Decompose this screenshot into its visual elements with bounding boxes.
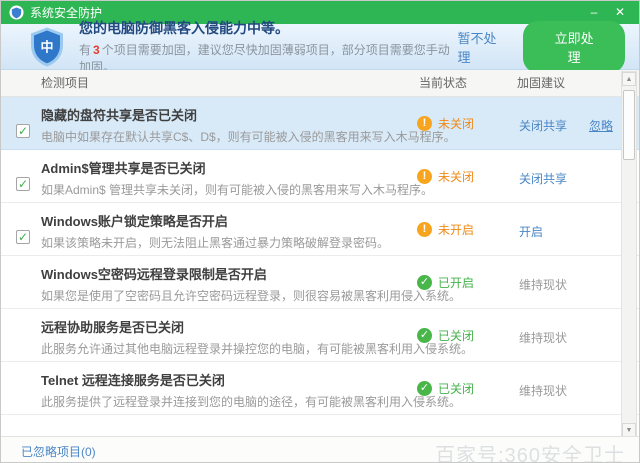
- status-icon: !: [417, 116, 432, 131]
- items-count: 3: [93, 43, 100, 57]
- suggestion-action[interactable]: 开启: [519, 223, 543, 240]
- row-status: ! 未关闭: [417, 115, 474, 132]
- table-row[interactable]: ✓ Telnet 远程连接服务是否已关闭 此服务提供了远程登录并连接到您的电脑的…: [1, 362, 639, 415]
- banner-actions: 暂不处理 立即处理: [457, 21, 625, 73]
- row-checkbox[interactable]: ✓: [16, 124, 30, 138]
- ignore-link[interactable]: 忽略: [589, 117, 613, 134]
- row-title: Admin$管理共享是否已关闭: [41, 158, 479, 177]
- suggestion-action: 维持现状: [519, 329, 567, 346]
- suggestion-action: 维持现状: [519, 276, 567, 293]
- watermark-text: 百家号:360安全卫士: [435, 439, 625, 463]
- shield-icon: [9, 5, 24, 20]
- row-checkbox[interactable]: ✓: [16, 177, 30, 191]
- checkmark-icon: ✓: [17, 125, 29, 137]
- table-row[interactable]: ✓ Admin$管理共享是否已关闭 如果Admin$ 管理共享未关闭，则有可能被…: [1, 150, 639, 203]
- banner-text: 您的电脑防御黑客入侵能力中等。 有3个项目需要加固，建议您尽快加固薄弱项目，部分…: [79, 18, 457, 75]
- badge-grade-text: 中: [40, 39, 53, 54]
- row-description: 如果Admin$ 管理共享未关闭，则有可能被入侵的黑客用来写入木马程序。: [41, 181, 479, 198]
- shield-rating-badge-icon: 中: [27, 26, 67, 68]
- column-header-item: 检测项目: [41, 76, 89, 90]
- banner-headline: 您的电脑防御黑客入侵能力中等。: [79, 18, 457, 38]
- scroll-down-button[interactable]: ▼: [622, 423, 636, 437]
- column-header-status: 当前状态: [419, 70, 467, 96]
- status-icon: ✓: [417, 328, 432, 343]
- row-status: ! 未关闭: [417, 168, 474, 185]
- fix-now-button[interactable]: 立即处理: [523, 21, 625, 73]
- table-row[interactable]: ✓ 远程协助服务是否已关闭 此服务允许通过其他电脑远程登录并操控您的电脑，有可能…: [1, 309, 639, 362]
- table-header: 检测项目 当前状态 加固建议: [1, 70, 639, 97]
- row-text: Windows账户锁定策略是否开启 如果该策略未开启，则无法阻止黑客通过暴力策略…: [1, 203, 639, 251]
- subline-prefix: 有: [79, 43, 91, 57]
- status-icon: !: [417, 222, 432, 237]
- security-rating-banner: 中 您的电脑防御黑客入侵能力中等。 有3个项目需要加固，建议您尽快加固薄弱项目，…: [1, 24, 639, 70]
- checkmark-icon: ✓: [17, 178, 29, 190]
- ignore-for-now-button[interactable]: 暂不处理: [457, 28, 503, 66]
- row-description: 电脑中如果存在默认共享C$、D$，则有可能被入侵的黑客用来写入木马程序。: [41, 128, 479, 145]
- status-text: 未开启: [438, 221, 474, 238]
- row-description: 此服务提供了远程登录并连接到您的电脑的途径，有可能被黑客利用入侵系统。: [41, 393, 479, 410]
- row-status: ✓ 已关闭: [417, 327, 474, 344]
- row-title: 隐藏的盘符共享是否已关闭: [41, 105, 479, 124]
- scrollbar-thumb[interactable]: [623, 90, 635, 160]
- row-description: 此服务允许通过其他电脑远程登录并操控您的电脑，有可能被黑客利用入侵系统。: [41, 340, 479, 357]
- table-row[interactable]: ✓ Windows空密码远程登录限制是否开启 如果您是使用了空密码且允许空密码远…: [1, 256, 639, 309]
- status-text: 未关闭: [438, 168, 474, 185]
- status-icon: ✓: [417, 381, 432, 396]
- checkmark-icon: ✓: [17, 231, 29, 243]
- row-checkbox[interactable]: ✓: [16, 230, 30, 244]
- table-row[interactable]: ✓ 隐藏的盘符共享是否已关闭 电脑中如果存在默认共享C$、D$，则有可能被入侵的…: [1, 97, 639, 150]
- status-icon: !: [417, 169, 432, 184]
- column-header-suggestion: 加固建议: [517, 70, 565, 96]
- row-status: ! 未开启: [417, 221, 474, 238]
- scrollbar[interactable]: ▲ ▼: [621, 71, 637, 438]
- ignored-items-link[interactable]: 已忽略项目(0): [21, 443, 96, 460]
- detection-items-list: ✓ 隐藏的盘符共享是否已关闭 电脑中如果存在默认共享C$、D$，则有可能被入侵的…: [1, 97, 639, 437]
- row-title: Windows账户锁定策略是否开启: [41, 211, 479, 230]
- scroll-up-button[interactable]: ▲: [622, 72, 636, 86]
- table-row[interactable]: ✓ Windows账户锁定策略是否开启 如果该策略未开启，则无法阻止黑客通过暴力…: [1, 203, 639, 256]
- status-icon: ✓: [417, 275, 432, 290]
- suggestion-action[interactable]: 关闭共享: [519, 117, 567, 134]
- security-protection-window: 系统安全防护 – ✕ 中 您的电脑防御黑客入侵能力中等。 有3个项目需要加固，建…: [0, 0, 640, 463]
- row-title: 远程协助服务是否已关闭: [41, 317, 479, 336]
- suggestion-action: 维持现状: [519, 382, 567, 399]
- row-title: Telnet 远程连接服务是否已关闭: [41, 370, 479, 389]
- row-description: 如果该策略未开启，则无法阻止黑客通过暴力策略破解登录密码。: [41, 234, 479, 251]
- footer-bar: 已忽略项目(0) 百家号:360安全卫士: [1, 436, 639, 462]
- row-status: ✓ 已开启: [417, 274, 474, 291]
- row-description: 如果您是使用了空密码且允许空密码远程登录，则很容易被黑客利用侵入系统。: [41, 287, 479, 304]
- row-status: ✓ 已关闭: [417, 380, 474, 397]
- status-text: 已开启: [438, 274, 474, 291]
- status-text: 已关闭: [438, 327, 474, 344]
- status-text: 已关闭: [438, 380, 474, 397]
- status-text: 未关闭: [438, 115, 474, 132]
- row-title: Windows空密码远程登录限制是否开启: [41, 264, 479, 283]
- suggestion-action[interactable]: 关闭共享: [519, 170, 567, 187]
